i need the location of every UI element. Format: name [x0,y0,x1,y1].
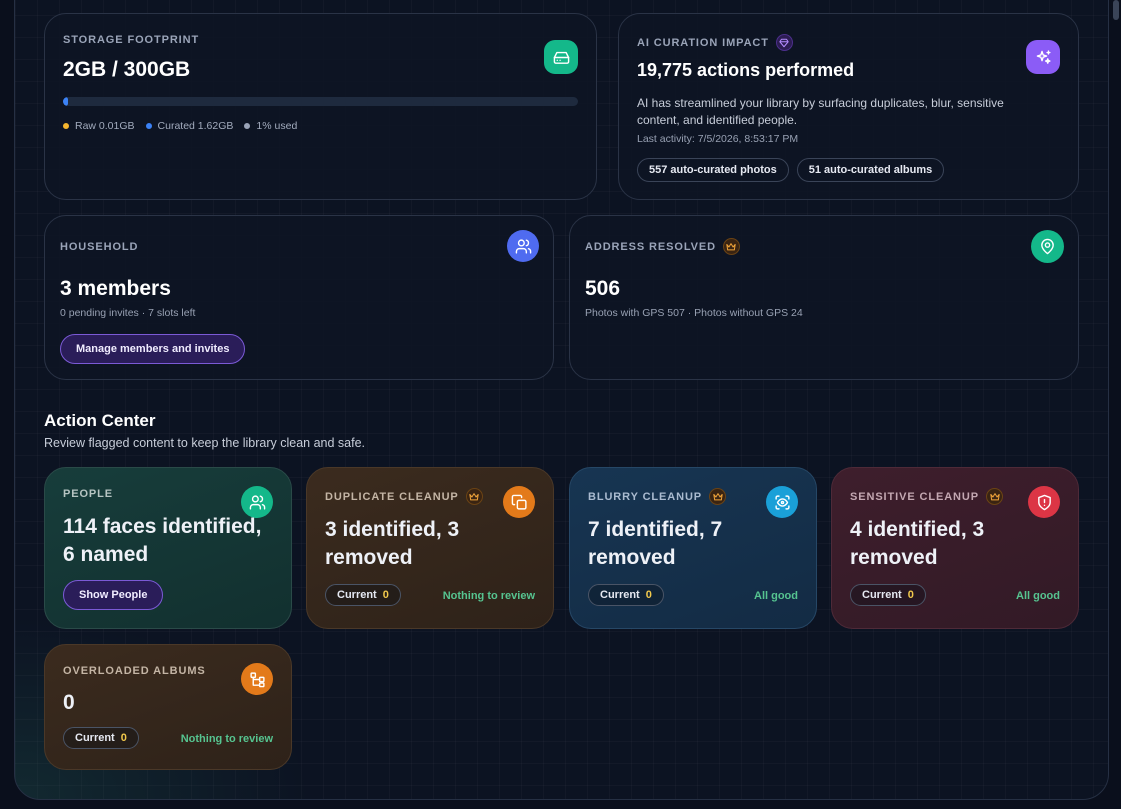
household-value: 3 members [60,277,171,300]
sparkles-icon [1026,40,1060,74]
show-people-button[interactable]: Show People [63,580,164,610]
duplicate-line1: 3 identified, 3 [325,518,460,541]
duplicate-line2: removed [325,546,413,569]
ai-description: AI has streamlined your library by surfa… [637,96,1004,127]
ai-last-activity: Last activity: 7/5/2026, 8:53:17 PM [637,133,799,145]
crown-icon [986,488,1003,505]
blurry-line2: removed [588,546,676,569]
address-sub: Photos with GPS 507 · Photos without GPS… [585,307,803,319]
shield-alert-icon [1028,486,1060,518]
duplicate-cleanup-card[interactable]: DUPLICATE CLEANUP 3 identified, 3 remove… [306,467,554,629]
household-sub: 0 pending invites · 7 slots left [60,307,196,319]
action-center-title: Action Center [44,411,156,430]
sensitive-current-pill: Current 0 [850,584,926,606]
blurry-current-pill: Current 0 [588,584,664,606]
household-label: HOUSEHOLD [60,241,139,253]
address-label-row: ADDRESS RESOLVED [585,238,740,255]
blurry-status: All good [754,590,798,602]
overloaded-status: Nothing to review [180,733,273,745]
people-card[interactable]: PEOPLE 114 faces identified, 6 named Sho… [44,467,292,629]
address-value: 506 [585,277,621,300]
storage-progress-fill [63,97,69,106]
hard-drive-icon [544,40,578,74]
gem-icon [775,34,793,51]
scrollbar[interactable] [1113,0,1119,20]
sensitive-status: All good [1016,590,1060,602]
sensitive-line2: removed [850,546,938,569]
sensitive-line1: 4 identified, 3 [850,518,985,541]
storage-label: STORAGE FOOTPRINT [63,34,200,46]
git-branch-icon [241,663,273,695]
crown-icon [722,238,740,255]
overloaded-value: 0 [63,691,75,714]
ai-pills: 557 auto-curated photos 51 auto-curated … [637,158,945,182]
people-line2: 6 named [63,543,149,566]
people-label: PEOPLE [63,488,114,500]
duplicate-label: DUPLICATE CLEANUP [325,490,459,503]
overloaded-current-pill: Current 0 [63,727,139,749]
ai-label: AI CURATION IMPACT [637,36,769,49]
sensitive-label-row: SENSITIVE CLEANUP [850,488,1003,505]
action-center-subtitle: Review flagged content to keep the libra… [44,436,366,450]
overloaded-label: OVERLOADED ALBUMS [63,665,206,677]
crown-icon [465,488,483,505]
duplicate-status: Nothing to review [442,590,535,602]
storage-card: STORAGE FOOTPRINT 2GB / 300GB Raw 0.01GB… [44,13,597,200]
scan-eye-icon [766,486,798,518]
map-pin-icon [1031,230,1064,263]
manage-members-button[interactable]: Manage members and invites [60,334,246,364]
sensitive-label: SENSITIVE CLEANUP [850,490,979,503]
ai-label-row: AI CURATION IMPACT [637,34,793,51]
auto-curated-photos-pill: 557 auto-curated photos [637,158,789,182]
storage-legend: Raw 0.01GB Curated 1.62GB 1% used [63,120,297,132]
household-card: HOUSEHOLD 3 members 0 pending invites · … [44,215,554,380]
blurry-cleanup-card[interactable]: BLURRY CLEANUP 7 identified, 7 removed C… [569,467,817,629]
legend-used: 1% used [244,120,297,132]
duplicate-label-row: DUPLICATE CLEANUP [325,488,483,505]
blurry-label-row: BLURRY CLEANUP [588,488,727,505]
blurry-line1: 7 identified, 7 [588,518,723,541]
legend-raw: Raw 0.01GB [63,120,135,132]
overloaded-albums-card[interactable]: OVERLOADED ALBUMS 0 Current 0 Nothing to … [44,644,292,770]
ai-value: 19,775 actions performed [637,60,855,80]
sensitive-cleanup-card[interactable]: SENSITIVE CLEANUP 4 identified, 3 remove… [831,467,1079,629]
people-line1: 114 faces identified, [63,515,262,538]
crown-icon [709,488,727,505]
address-label: ADDRESS RESOLVED [585,240,716,253]
storage-progress-track [63,97,578,106]
legend-curated: Curated 1.62GB [145,120,233,132]
ai-curation-card: AI CURATION IMPACT 19,775 actions perfor… [618,13,1079,200]
users-icon [507,230,539,262]
auto-curated-albums-pill: 51 auto-curated albums [796,158,945,182]
duplicate-current-pill: Current 0 [325,584,401,606]
copy-icon [503,486,535,518]
blurry-label: BLURRY CLEANUP [588,490,703,503]
storage-value: 2GB / 300GB [63,58,191,81]
address-card: ADDRESS RESOLVED 506 Photos with GPS 507… [569,215,1079,380]
